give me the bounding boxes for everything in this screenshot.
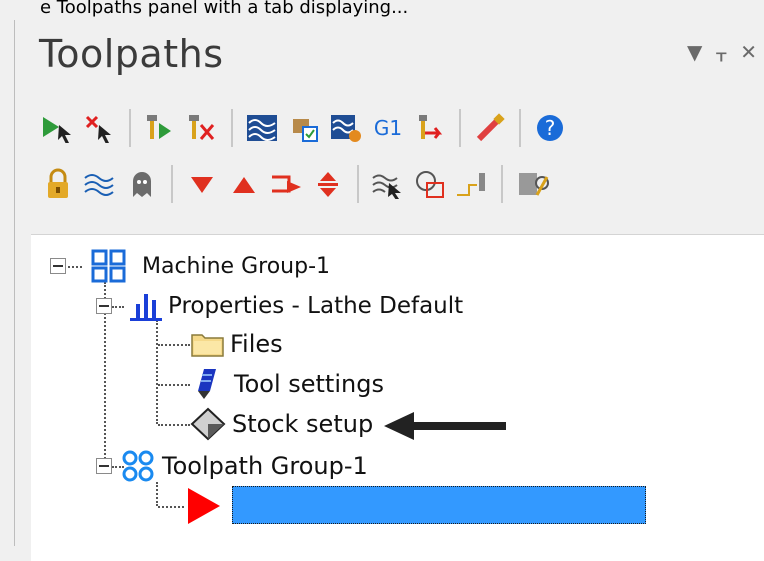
pin-icon[interactable]: ᚁ — [716, 42, 726, 62]
toggle-display-icon[interactable] — [79, 164, 121, 204]
dropdown-icon[interactable]: ▼ — [687, 42, 702, 62]
tool-icon[interactable] — [451, 164, 493, 204]
toolpath-group-label: Toolpath Group-1 — [162, 452, 368, 480]
move-up-icon[interactable] — [223, 164, 265, 204]
backplot-icon[interactable] — [241, 108, 283, 148]
tree-connector — [156, 482, 158, 506]
lock-icon[interactable] — [37, 164, 79, 204]
stock-setup-icon — [190, 407, 226, 441]
toolbar-separator — [501, 165, 503, 203]
post-g1-label: G1 — [373, 116, 403, 140]
filter-icon[interactable] — [367, 164, 409, 204]
tree-node-files[interactable]: Files — [190, 326, 283, 362]
toolbar-separator — [171, 165, 173, 203]
tree-node-machine-group[interactable]: Machine Group-1 — [50, 248, 330, 284]
toolbar-separator — [129, 109, 131, 147]
post-g1-icon[interactable]: G1 — [367, 108, 409, 148]
tree-node-toolpath-group[interactable]: Toolpath Group-1 — [96, 448, 368, 484]
tree-node-tool-settings[interactable]: Tool settings — [190, 366, 384, 402]
toolbar-separator — [459, 109, 461, 147]
panel-title: Toolpaths — [39, 32, 224, 76]
deselect-all-operations-icon[interactable] — [79, 108, 121, 148]
insert-arrow-icon[interactable] — [265, 164, 307, 204]
collapse-toggle[interactable] — [50, 258, 66, 274]
verify-icon[interactable] — [283, 108, 325, 148]
svg-text:?: ? — [545, 116, 556, 140]
display-toggle-icon[interactable] — [409, 164, 451, 204]
tree-node-stock-setup[interactable]: Stock setup — [190, 406, 373, 442]
insert-arrow-marker-icon — [188, 488, 220, 524]
regenerate-selected-icon[interactable] — [139, 108, 181, 148]
machine-group-label: Machine Group-1 — [142, 253, 330, 279]
help-icon[interactable]: ? — [529, 108, 571, 148]
properties-icon — [130, 294, 162, 321]
toolbar-primary: G1 ? — [37, 106, 571, 150]
tree-connector — [158, 344, 190, 346]
toolbar-separator — [357, 165, 359, 203]
toolbar-secondary — [37, 162, 553, 206]
tree-connector — [156, 320, 158, 424]
close-icon[interactable]: ✕ — [740, 42, 757, 62]
caption-fragment: e Toolpaths panel with a tab displaying.… — [40, 0, 409, 18]
tool-settings-label: Tool settings — [234, 370, 384, 398]
regenerate-dirty-icon[interactable] — [181, 108, 223, 148]
collapse-toggle[interactable] — [96, 298, 112, 314]
highfeed-icon[interactable] — [409, 108, 451, 148]
select-all-operations-icon[interactable] — [37, 108, 79, 148]
panel-title-controls: ▼ ᚁ ✕ — [687, 42, 757, 62]
simulate-icon[interactable] — [325, 108, 367, 148]
tree-connector — [158, 506, 184, 508]
machine-group-icon — [91, 249, 126, 283]
toolpath-editor-icon[interactable] — [469, 108, 511, 148]
ghost-icon[interactable] — [121, 164, 163, 204]
annotation-arrow-icon — [384, 412, 506, 440]
properties-label: Properties - Lathe Default — [168, 293, 464, 319]
move-down-icon[interactable] — [181, 164, 223, 204]
scroll-expand-icon[interactable] — [307, 164, 349, 204]
toolbar-separator — [231, 109, 233, 147]
tool-settings-icon — [198, 369, 216, 399]
files-label: Files — [230, 330, 283, 358]
collapse-toggle[interactable] — [96, 458, 112, 474]
rename-selection-field[interactable] — [232, 486, 646, 524]
tree-connector — [158, 384, 190, 386]
toolpath-group-icon — [122, 450, 154, 482]
stock-setup-label: Stock setup — [232, 410, 374, 438]
toolbar-separator — [519, 109, 521, 147]
folder-icon — [191, 334, 224, 357]
tree-node-properties[interactable]: Properties - Lathe Default — [96, 288, 463, 324]
tree-connector — [158, 424, 190, 426]
axis-icon[interactable] — [511, 164, 553, 204]
